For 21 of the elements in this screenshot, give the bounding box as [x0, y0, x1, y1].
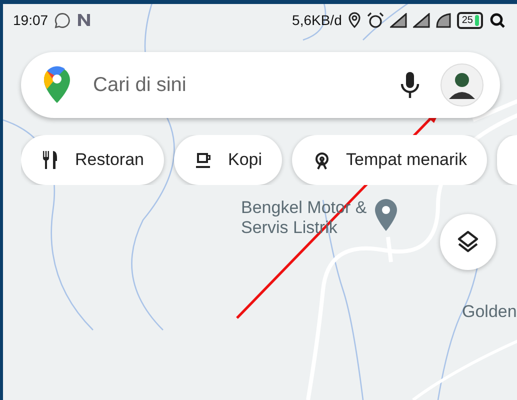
signal-icon [390, 12, 407, 28]
search-input: Cari di sini [91, 72, 380, 98]
battery-indicator: 25 [456, 12, 483, 28]
map-pin-logo-icon [43, 66, 71, 104]
category-chip[interactable]: Tempat menarik [292, 135, 487, 185]
avatar-icon[interactable] [440, 63, 484, 107]
search-field[interactable]: Cari di sini [21, 52, 500, 118]
alarm-clock-icon [366, 12, 384, 28]
category-chip[interactable]: Restoran [21, 135, 164, 185]
place-pin-icon[interactable] [373, 198, 399, 232]
network-speed: 5,6KB/d [292, 12, 342, 28]
microphone-icon[interactable] [400, 71, 420, 99]
place-label: Golden [462, 302, 517, 322]
category-chip[interactable]: Kopi [174, 135, 282, 185]
location-pin-icon [348, 12, 361, 28]
search-icon [489, 12, 505, 28]
signal-icon [412, 12, 430, 28]
chat-bubble-icon [54, 12, 72, 28]
layers-icon [455, 229, 481, 255]
n-logo-icon [77, 13, 92, 27]
clock-time: 19:07 [13, 12, 48, 28]
